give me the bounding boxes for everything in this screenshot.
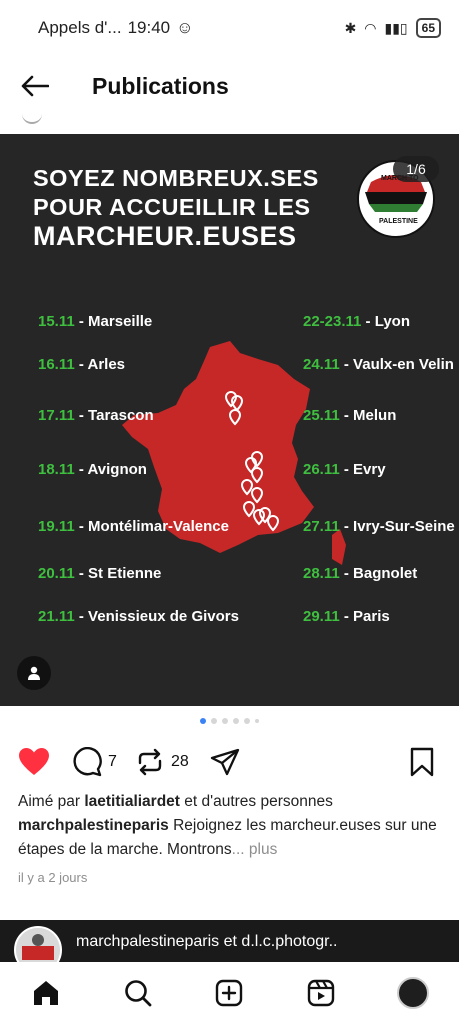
headline-line: MARCHEUR.EUSES (33, 221, 297, 251)
france-map (122, 341, 346, 565)
repost-button[interactable]: 28 (135, 740, 189, 784)
headline-line: SOYEZ NOMBREUX.SES (33, 165, 319, 191)
search-icon (124, 980, 152, 1007)
carousel-dot (211, 718, 217, 724)
stop-item: 27.11 - Ivry-Sur-Seine (303, 518, 455, 535)
more-link[interactable]: ... plus (232, 841, 278, 858)
liked-by-user-link[interactable]: laetitialiardet (84, 793, 180, 810)
user-tag-icon (28, 666, 40, 680)
carousel-counter: 1/6 (393, 156, 439, 182)
like-button[interactable] (18, 740, 50, 784)
carousel-dot (244, 718, 250, 724)
reels-icon (308, 979, 335, 1007)
top-bar: Publications (0, 56, 459, 116)
carousel-dot (233, 718, 239, 724)
stop-item: 21.11 - Venissieux de Givors (38, 608, 239, 625)
stop-item: 24.11 - Vaulx-en Velin (303, 356, 454, 373)
signal-icon: ▮▮▯ (384, 19, 408, 36)
next-post-title: marchpalestineparis et d.l.c.photogr.. (76, 933, 338, 950)
caption: marchpalestineparis Rejoignez les marche… (18, 814, 438, 862)
nav-profile[interactable] (391, 971, 435, 1015)
stop-item: 17.11 - Tarascon (38, 407, 154, 424)
post-actions: 7 28 (0, 740, 459, 784)
comment-count: 7 (108, 753, 117, 770)
logo-text-bottom: PALESTINE (379, 218, 418, 225)
repost-count: 28 (171, 753, 189, 770)
stop-item: 29.11 - Paris (303, 608, 390, 625)
carousel-dot (255, 719, 259, 723)
avatar (397, 977, 430, 1009)
repost-icon (138, 748, 162, 776)
stop-item: 15.11 - Marseille (38, 313, 153, 330)
post-time: il y a 2 jours (18, 870, 88, 885)
stop-item: 25.11 - Melun (303, 407, 397, 424)
nav-home[interactable] (24, 971, 68, 1015)
stop-item: 26.11 - Evry (303, 461, 386, 478)
battery-indicator: 65 (415, 18, 441, 38)
stop-item: 20.11 - St Etienne (38, 565, 162, 582)
post-meta: Aimé par laetitialiardet et d'autres per… (18, 790, 438, 890)
nav-create[interactable] (207, 971, 251, 1015)
comment-button[interactable]: 7 (72, 740, 117, 784)
back-arrow-icon (21, 75, 49, 97)
carousel-dot (200, 718, 206, 724)
wifi-icon: ◠ (364, 19, 377, 36)
author-link[interactable]: marchpalestineparis (18, 817, 169, 834)
page-title: Publications (92, 72, 229, 99)
stop-item: 19.11 - Montélimar-Valence (38, 518, 229, 535)
home-icon (33, 981, 58, 1005)
status-bar: Appels d'... 19:40 ☺ ✱ ◠ ▮▮▯ 65 (0, 0, 459, 56)
stop-item: 28.11 - Bagnolet (303, 565, 418, 582)
comment-icon (73, 747, 102, 777)
share-button[interactable] (210, 740, 240, 784)
clock: 19:40 (127, 18, 171, 37)
carrier-label: Appels d'... (38, 18, 122, 37)
save-button[interactable] (408, 740, 436, 784)
liked-by: Aimé par laetitialiardet et d'autres per… (18, 793, 333, 810)
nav-reels[interactable] (299, 971, 343, 1015)
stop-item: 16.11 - Arles (38, 356, 126, 373)
bookmark-icon (410, 747, 434, 777)
tagged-users-button[interactable] (17, 656, 51, 690)
bluetooth-icon: ✱ (344, 19, 357, 36)
post-image[interactable]: SOYEZ NOMBREUX.SES POUR ACCUEILLIR LES M… (0, 134, 459, 706)
previous-post-edge (22, 112, 42, 124)
share-icon (210, 748, 240, 776)
post-headline: SOYEZ NOMBREUX.SES POUR ACCUEILLIR LES M… (33, 164, 319, 251)
stop-item: 18.11 - Avignon (38, 461, 147, 478)
bottom-navigation (0, 962, 459, 1024)
create-icon (216, 979, 243, 1007)
carousel-indicator (0, 718, 459, 724)
carousel-dot (222, 718, 228, 724)
headline-line: POUR ACCUEILLIR LES (33, 194, 311, 220)
nav-search[interactable] (116, 971, 160, 1015)
heart-icon (19, 748, 49, 775)
stop-item: 22-23.11 - Lyon (303, 313, 410, 330)
back-button[interactable] (0, 56, 70, 116)
notification-icon: ☺ (176, 18, 194, 37)
